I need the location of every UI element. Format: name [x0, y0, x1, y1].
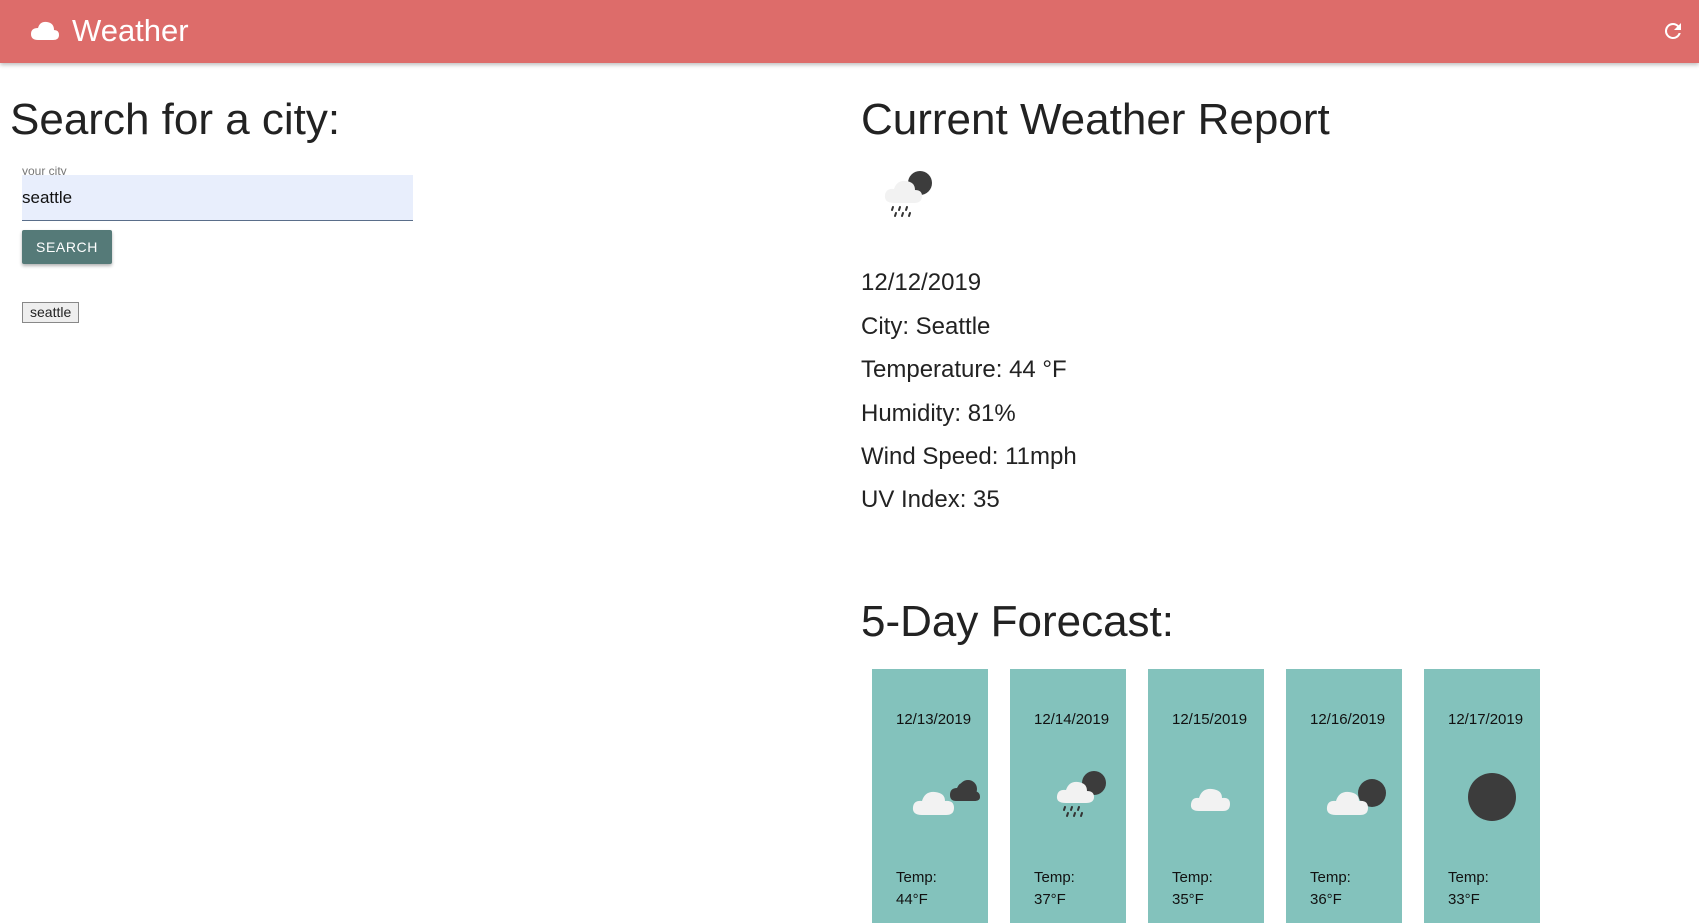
- current-weather-heading: Current Weather Report: [861, 95, 1330, 144]
- current-uv-index: UV Index: 35: [861, 486, 1000, 513]
- forecast-heading: 5-Day Forecast:: [861, 597, 1174, 646]
- refresh-icon[interactable]: [1661, 19, 1685, 43]
- top-app-bar: Weather: [0, 0, 1699, 63]
- current-wind-speed: Wind Speed: 11mph: [861, 443, 1077, 470]
- night-rain-icon: [1056, 771, 1106, 817]
- clear-night-icon: [1468, 773, 1516, 821]
- current-temperature: Temperature: 44 °F: [861, 356, 1067, 383]
- forecast-temp: 44°F: [896, 891, 928, 908]
- forecast-temp: 36°F: [1310, 891, 1342, 908]
- forecast-date: 12/16/2019: [1310, 711, 1386, 728]
- current-date: 12/12/2019: [861, 269, 982, 296]
- forecast-temp: 37°F: [1034, 891, 1066, 908]
- forecast-day-card: 12/15/2019 Temp: 35°F: [1148, 669, 1264, 923]
- forecast-date: 12/14/2019: [1034, 711, 1110, 728]
- forecast-temp-label: Temp:: [1034, 869, 1075, 886]
- app-title: Weather: [72, 13, 189, 48]
- forecast-day-card: 12/13/2019 Temp: 44°F: [872, 669, 988, 923]
- forecast-day-card: 12/17/2019 Temp: 33°F: [1424, 669, 1540, 923]
- forecast-date: 12/17/2019: [1448, 711, 1524, 728]
- history-city-button[interactable]: seattle: [22, 302, 80, 323]
- current-city: City: Seattle: [861, 313, 991, 340]
- city-search-input[interactable]: [22, 175, 413, 221]
- forecast-temp: 33°F: [1448, 891, 1480, 908]
- cloud-icon: [31, 21, 59, 40]
- forecast-temp: 35°F: [1172, 891, 1204, 908]
- forecast-day-card: 12/14/2019 Temp: 37°F: [1010, 669, 1126, 923]
- forecast-day-card: 12/16/2019 Temp: 36°F: [1286, 669, 1402, 923]
- forecast-date: 12/15/2019: [1172, 711, 1248, 728]
- cloud-icon: [1190, 788, 1230, 811]
- forecast-temp-label: Temp:: [1448, 869, 1489, 886]
- night-rain-icon: [884, 171, 932, 217]
- night-broken-clouds-icon: [912, 780, 980, 815]
- night-clouds-icon: [1326, 779, 1386, 815]
- forecast-temp-label: Temp:: [896, 869, 937, 886]
- current-humidity: Humidity: 81%: [861, 400, 1016, 427]
- search-button[interactable]: SEARCH: [22, 230, 112, 264]
- forecast-temp-label: Temp:: [1310, 869, 1351, 886]
- forecast-temp-label: Temp:: [1172, 869, 1213, 886]
- forecast-date: 12/13/2019: [896, 711, 972, 728]
- search-heading: Search for a city:: [10, 95, 341, 144]
